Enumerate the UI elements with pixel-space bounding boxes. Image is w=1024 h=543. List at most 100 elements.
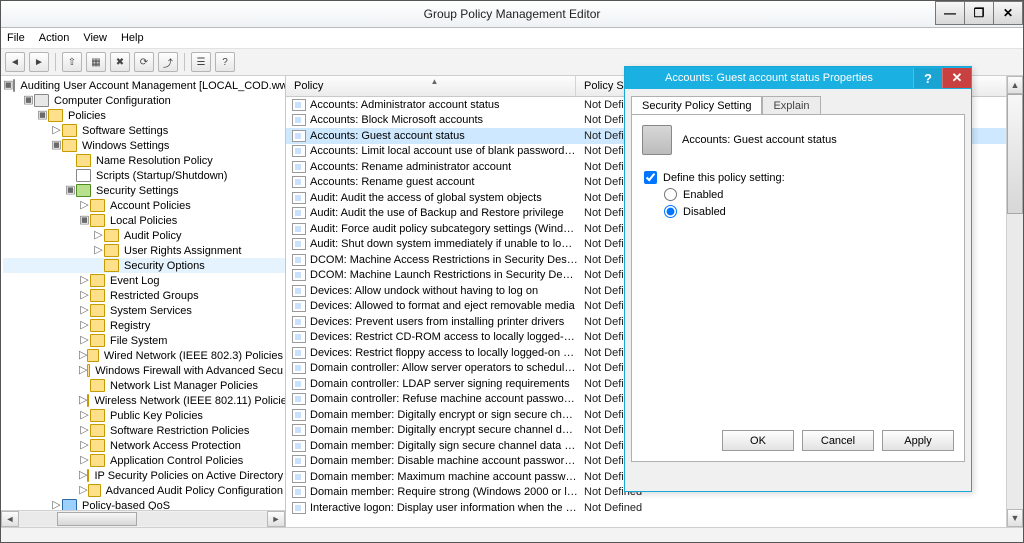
tree-item[interactable]: ▣Policies (3, 108, 285, 123)
scroll-right-icon[interactable]: ► (267, 511, 285, 527)
dialog-close-button[interactable]: ✕ (942, 68, 971, 88)
up-icon[interactable]: ⇧ (62, 52, 82, 72)
define-policy-checkbox[interactable] (644, 171, 657, 184)
tree-item[interactable]: Network List Manager Policies (3, 378, 285, 393)
enabled-row[interactable]: Enabled (664, 188, 954, 201)
policy-item-icon (292, 316, 306, 328)
tab-security-policy-setting[interactable]: Security Policy Setting (631, 96, 762, 115)
tree-item[interactable]: ▷Network Access Protection (3, 438, 285, 453)
dialog-help-button[interactable]: ? (913, 68, 942, 88)
policy-item-icon (292, 486, 306, 498)
list-cell-policy: Audit: Audit the use of Backup and Resto… (310, 207, 584, 219)
back-icon[interactable]: ◄ (5, 52, 25, 72)
cancel-button[interactable]: Cancel (802, 430, 874, 451)
policy-item-icon (292, 440, 306, 452)
menu-help[interactable]: Help (121, 32, 144, 44)
policy-icon (642, 125, 672, 155)
enabled-radio[interactable] (664, 188, 677, 201)
maximize-button[interactable]: ❐ (964, 1, 994, 25)
list-row[interactable]: Interactive logon: Display user informat… (286, 500, 1023, 516)
policy-item-icon (292, 207, 306, 219)
tree-item[interactable]: ▣Windows Settings (3, 138, 285, 153)
tree-item[interactable]: ▷IP Security Policies on Active Director… (3, 468, 285, 483)
tree-item[interactable]: ▣Security Settings (3, 183, 285, 198)
policy-item-icon (292, 285, 306, 297)
define-policy-row[interactable]: Define this policy setting: (644, 171, 954, 184)
list-cell-policy: Devices: Restrict floppy access to local… (310, 347, 584, 359)
policy-item-icon (292, 254, 306, 266)
tree-item[interactable]: ▷Account Policies (3, 198, 285, 213)
tree-item[interactable]: ▷File System (3, 333, 285, 348)
forward-icon[interactable]: ► (29, 52, 49, 72)
list-cell-policy: Accounts: Rename administrator account (310, 161, 584, 173)
tree-item[interactable]: ▷Advanced Audit Policy Configuration (3, 483, 285, 498)
scroll-up-icon[interactable]: ▲ (1007, 76, 1023, 94)
tree-item[interactable]: ▷Wired Network (IEEE 802.3) Policies (3, 348, 285, 363)
menu-action[interactable]: Action (39, 32, 70, 44)
toolbar-sep (184, 53, 185, 71)
list-cell-policy: DCOM: Machine Access Restrictions in Sec… (310, 254, 584, 266)
tree-item[interactable]: ▷Application Control Policies (3, 453, 285, 468)
grid-icon[interactable]: ▦ (86, 52, 106, 72)
help-icon[interactable]: ? (215, 52, 235, 72)
properties-icon[interactable]: ☰ (191, 52, 211, 72)
tree-item[interactable]: Name Resolution Policy (3, 153, 285, 168)
tree-item[interactable]: Scripts (Startup/Shutdown) (3, 168, 285, 183)
disabled-row[interactable]: Disabled (664, 205, 954, 218)
dialog-title: Accounts: Guest account status Propertie… (625, 72, 913, 84)
tree-root[interactable]: ▣Auditing User Account Management [LOCAL… (3, 78, 285, 93)
policy-item-icon (292, 130, 306, 142)
tree-item[interactable]: ▷Event Log (3, 273, 285, 288)
apply-button[interactable]: Apply (882, 430, 954, 451)
policy-item-icon (292, 393, 306, 405)
list-cell-policy: Devices: Restrict CD-ROM access to local… (310, 331, 584, 343)
ok-button[interactable]: OK (722, 430, 794, 451)
close-button[interactable]: ✕ (993, 1, 1023, 25)
tree-item[interactable]: ▷System Services (3, 303, 285, 318)
tree-item[interactable]: ▷User Rights Assignment (3, 243, 285, 258)
scroll-track[interactable] (1007, 94, 1023, 509)
policy-item-icon (292, 378, 306, 390)
col-header-policy-label: Policy (294, 80, 323, 92)
list-cell-policy: Domain member: Maximum machine account p… (310, 471, 584, 483)
menu-file[interactable]: File (7, 32, 25, 44)
tab-explain[interactable]: Explain (762, 96, 820, 115)
tree-item[interactable]: ▷Public Key Policies (3, 408, 285, 423)
tree-item[interactable]: ▷Windows Firewall with Advanced Secu (3, 363, 285, 378)
tree-hscroll[interactable]: ◄ ► (1, 510, 285, 527)
tree-pane: ▣Auditing User Account Management [LOCAL… (1, 76, 286, 527)
tree-item[interactable]: ▷Policy-based QoS (3, 498, 285, 510)
tree-item[interactable]: ▣Local Policies (3, 213, 285, 228)
tree-item[interactable]: ▷Software Restriction Policies (3, 423, 285, 438)
scroll-thumb[interactable] (1007, 94, 1023, 214)
scroll-track[interactable] (19, 512, 267, 526)
menu-view[interactable]: View (83, 32, 107, 44)
tree-item[interactable]: ▷Wireless Network (IEEE 802.11) Policies (3, 393, 285, 408)
tree-item[interactable]: ▷Software Settings (3, 123, 285, 138)
tree-item[interactable]: ▷Restricted Groups (3, 288, 285, 303)
list-cell-policy: Devices: Allowed to format and eject rem… (310, 300, 584, 312)
define-policy-label: Define this policy setting: (663, 172, 785, 184)
list-cell-policy: Accounts: Guest account status (310, 130, 584, 142)
list-vscroll[interactable]: ▲ ▼ (1006, 76, 1023, 527)
scroll-thumb[interactable] (57, 512, 137, 526)
tree-item[interactable]: Security Options (3, 258, 285, 273)
disabled-radio[interactable] (664, 205, 677, 218)
col-header-policy[interactable]: Policy ▲ (286, 76, 576, 96)
export-icon[interactable]: ⤴ (158, 52, 178, 72)
minimize-button[interactable]: — (935, 1, 965, 25)
refresh-icon[interactable]: ⟳ (134, 52, 154, 72)
policy-item-icon (292, 145, 306, 157)
list-cell-policy: Audit: Force audit policy subcategory se… (310, 223, 584, 235)
window-title: Group Policy Management Editor (1, 7, 1023, 21)
scroll-down-icon[interactable]: ▼ (1007, 509, 1023, 527)
list-cell-policy: Accounts: Block Microsoft accounts (310, 114, 584, 126)
tree-item[interactable]: ▷Audit Policy (3, 228, 285, 243)
tree-item[interactable]: ▷Registry (3, 318, 285, 333)
dialog-titlebar: Accounts: Guest account status Propertie… (625, 67, 971, 89)
tree[interactable]: ▣Auditing User Account Management [LOCAL… (1, 76, 285, 510)
delete-icon[interactable]: ✖ (110, 52, 130, 72)
tree-item[interactable]: ▣Computer Configuration (3, 93, 285, 108)
scroll-left-icon[interactable]: ◄ (1, 511, 19, 527)
list-cell-policy: Accounts: Limit local account use of bla… (310, 145, 584, 157)
